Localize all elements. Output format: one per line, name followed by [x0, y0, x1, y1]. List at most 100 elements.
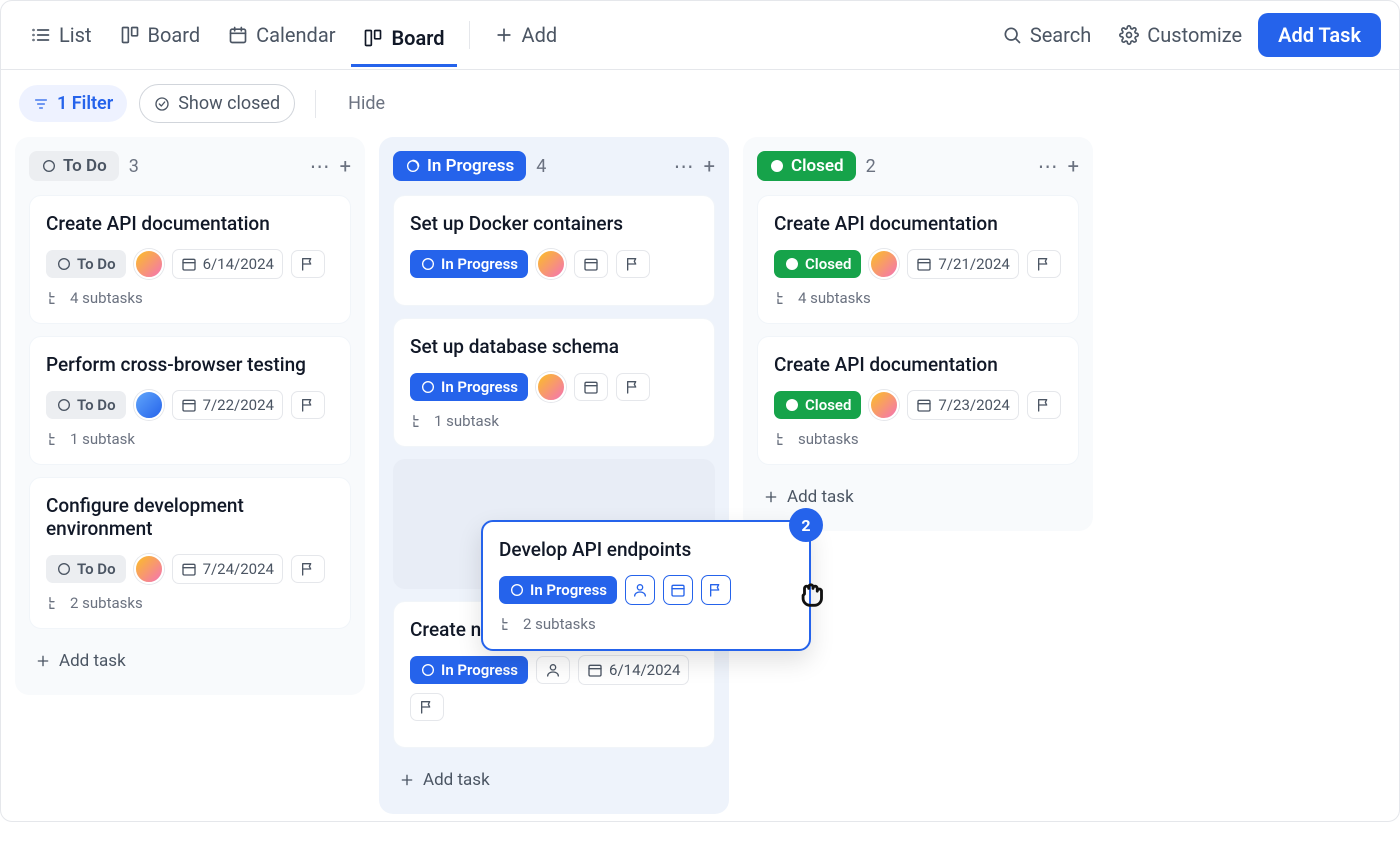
- date-chip[interactable]: 6/14/2024: [578, 655, 689, 685]
- hide-button[interactable]: Hide: [336, 85, 397, 122]
- view-tab-board[interactable]: Board: [108, 15, 213, 55]
- more-icon[interactable]: ⋯: [310, 154, 330, 178]
- flag-icon: [419, 699, 435, 715]
- subtasks-row[interactable]: 1 subtask: [46, 430, 334, 448]
- status-pill-todo[interactable]: To Do: [46, 391, 126, 419]
- circle-icon: [56, 397, 72, 413]
- avatar[interactable]: [134, 390, 164, 420]
- flag-chip[interactable]: [701, 575, 731, 605]
- assignee-chip[interactable]: [536, 656, 570, 684]
- view-tab-calendar[interactable]: Calendar: [216, 15, 347, 55]
- status-pill-inprogress[interactable]: In Progress: [499, 576, 617, 604]
- subtasks-row[interactable]: 4 subtasks: [774, 289, 1062, 307]
- plus-icon[interactable]: +: [340, 154, 351, 178]
- avatar[interactable]: [869, 390, 899, 420]
- task-title: Set up database schema: [410, 335, 698, 358]
- task-card[interactable]: Configure development environment To Do …: [29, 477, 351, 629]
- status-pill-todo[interactable]: To Do: [46, 555, 126, 583]
- column-count: 3: [129, 156, 139, 177]
- drag-count-badge: 2: [789, 508, 823, 542]
- progress-icon: [420, 379, 436, 395]
- status-pill-todo[interactable]: To Do: [46, 250, 126, 278]
- avatar[interactable]: [869, 249, 899, 279]
- plus-icon[interactable]: +: [704, 154, 715, 178]
- progress-icon: [405, 158, 421, 174]
- status-pill-inprogress[interactable]: In Progress: [410, 250, 528, 278]
- status-pill-inprogress[interactable]: In Progress: [410, 373, 528, 401]
- subtasks-row[interactable]: subtasks: [774, 430, 1062, 448]
- subtasks-row[interactable]: 2 subtasks: [46, 594, 334, 612]
- flag-icon: [300, 561, 316, 577]
- subtasks-icon: [410, 413, 426, 429]
- task-title: Configure development environment: [46, 494, 334, 540]
- subtasks-icon: [46, 595, 62, 611]
- date-chip[interactable]: [574, 373, 608, 401]
- subtasks-icon: [774, 290, 790, 306]
- assignee-chip[interactable]: [625, 575, 655, 605]
- more-icon[interactable]: ⋯: [674, 154, 694, 178]
- date-chip[interactable]: 7/24/2024: [172, 554, 283, 584]
- task-card[interactable]: Create API documentation Closed 7/21/202…: [757, 195, 1079, 324]
- status-pill-closed[interactable]: Closed: [757, 151, 856, 181]
- status-pill-todo[interactable]: To Do: [29, 151, 119, 181]
- column-count: 2: [866, 156, 876, 177]
- flag-chip[interactable]: [291, 391, 325, 419]
- gear-icon: [1119, 25, 1139, 45]
- add-task-in-column[interactable]: Add task: [393, 760, 715, 800]
- avatar[interactable]: [134, 554, 164, 584]
- column-closed: Closed 2 ⋯ + Create API documentation Cl…: [743, 137, 1093, 531]
- task-card[interactable]: Perform cross-browser testing To Do 7/22…: [29, 336, 351, 465]
- plus-icon: [35, 653, 51, 669]
- filter-icon: [33, 96, 49, 112]
- date-chip[interactable]: 7/21/2024: [907, 249, 1018, 279]
- add-view-button[interactable]: Add: [482, 15, 570, 55]
- subtasks-row[interactable]: 4 subtasks: [46, 289, 334, 307]
- show-closed-chip[interactable]: Show closed: [139, 84, 295, 123]
- dragging-card[interactable]: 2 Develop API endpoints In Progress 2 su…: [481, 520, 811, 651]
- date-chip[interactable]: [574, 250, 608, 278]
- subtasks-icon: [46, 431, 62, 447]
- task-title: Develop API endpoints: [499, 538, 793, 561]
- circle-icon: [41, 158, 57, 174]
- customize-button[interactable]: Customize: [1107, 15, 1254, 55]
- column-inprogress: In Progress 4 ⋯ + Set up Docker containe…: [379, 137, 729, 814]
- flag-chip[interactable]: [1027, 250, 1061, 278]
- add-task-button[interactable]: Add Task: [1258, 13, 1381, 57]
- status-pill-inprogress[interactable]: In Progress: [410, 656, 528, 684]
- flag-chip[interactable]: [1027, 391, 1061, 419]
- avatar[interactable]: [536, 249, 566, 279]
- calendar-icon: [916, 256, 932, 272]
- flag-chip[interactable]: [616, 250, 650, 278]
- flag-chip[interactable]: [291, 555, 325, 583]
- view-tab-list[interactable]: List: [19, 15, 104, 55]
- column-header: In Progress 4 ⋯ +: [393, 151, 715, 181]
- filter-chip[interactable]: 1 Filter: [19, 85, 127, 122]
- flag-chip[interactable]: [291, 250, 325, 278]
- date-chip[interactable]: 7/22/2024: [172, 390, 283, 420]
- view-label: Calendar: [256, 23, 335, 47]
- board-icon: [120, 25, 140, 45]
- date-chip[interactable]: [663, 575, 693, 605]
- task-card[interactable]: Set up database schema In Progress 1 sub…: [393, 318, 715, 447]
- add-view-label: Add: [522, 23, 558, 47]
- task-card[interactable]: Create API documentation Closed 7/23/202…: [757, 336, 1079, 465]
- status-pill-closed[interactable]: Closed: [774, 391, 861, 419]
- search-button[interactable]: Search: [990, 15, 1103, 55]
- subtasks-row[interactable]: 2 subtasks: [499, 615, 793, 633]
- view-tab-board-active[interactable]: Board: [351, 18, 456, 67]
- plus-icon[interactable]: +: [1068, 154, 1079, 178]
- add-task-in-column[interactable]: Add task: [29, 641, 351, 681]
- plus-icon: [494, 25, 514, 45]
- flag-chip[interactable]: [410, 693, 444, 721]
- status-pill-inprogress[interactable]: In Progress: [393, 151, 526, 181]
- more-icon[interactable]: ⋯: [1038, 154, 1058, 178]
- avatar[interactable]: [536, 372, 566, 402]
- date-chip[interactable]: 6/14/2024: [172, 249, 283, 279]
- task-card[interactable]: Set up Docker containers In Progress: [393, 195, 715, 306]
- flag-chip[interactable]: [616, 373, 650, 401]
- date-chip[interactable]: 7/23/2024: [907, 390, 1018, 420]
- task-card[interactable]: Create API documentation To Do 6/14/2024…: [29, 195, 351, 324]
- avatar[interactable]: [134, 249, 164, 279]
- status-pill-closed[interactable]: Closed: [774, 250, 861, 278]
- subtasks-row[interactable]: 1 subtask: [410, 412, 698, 430]
